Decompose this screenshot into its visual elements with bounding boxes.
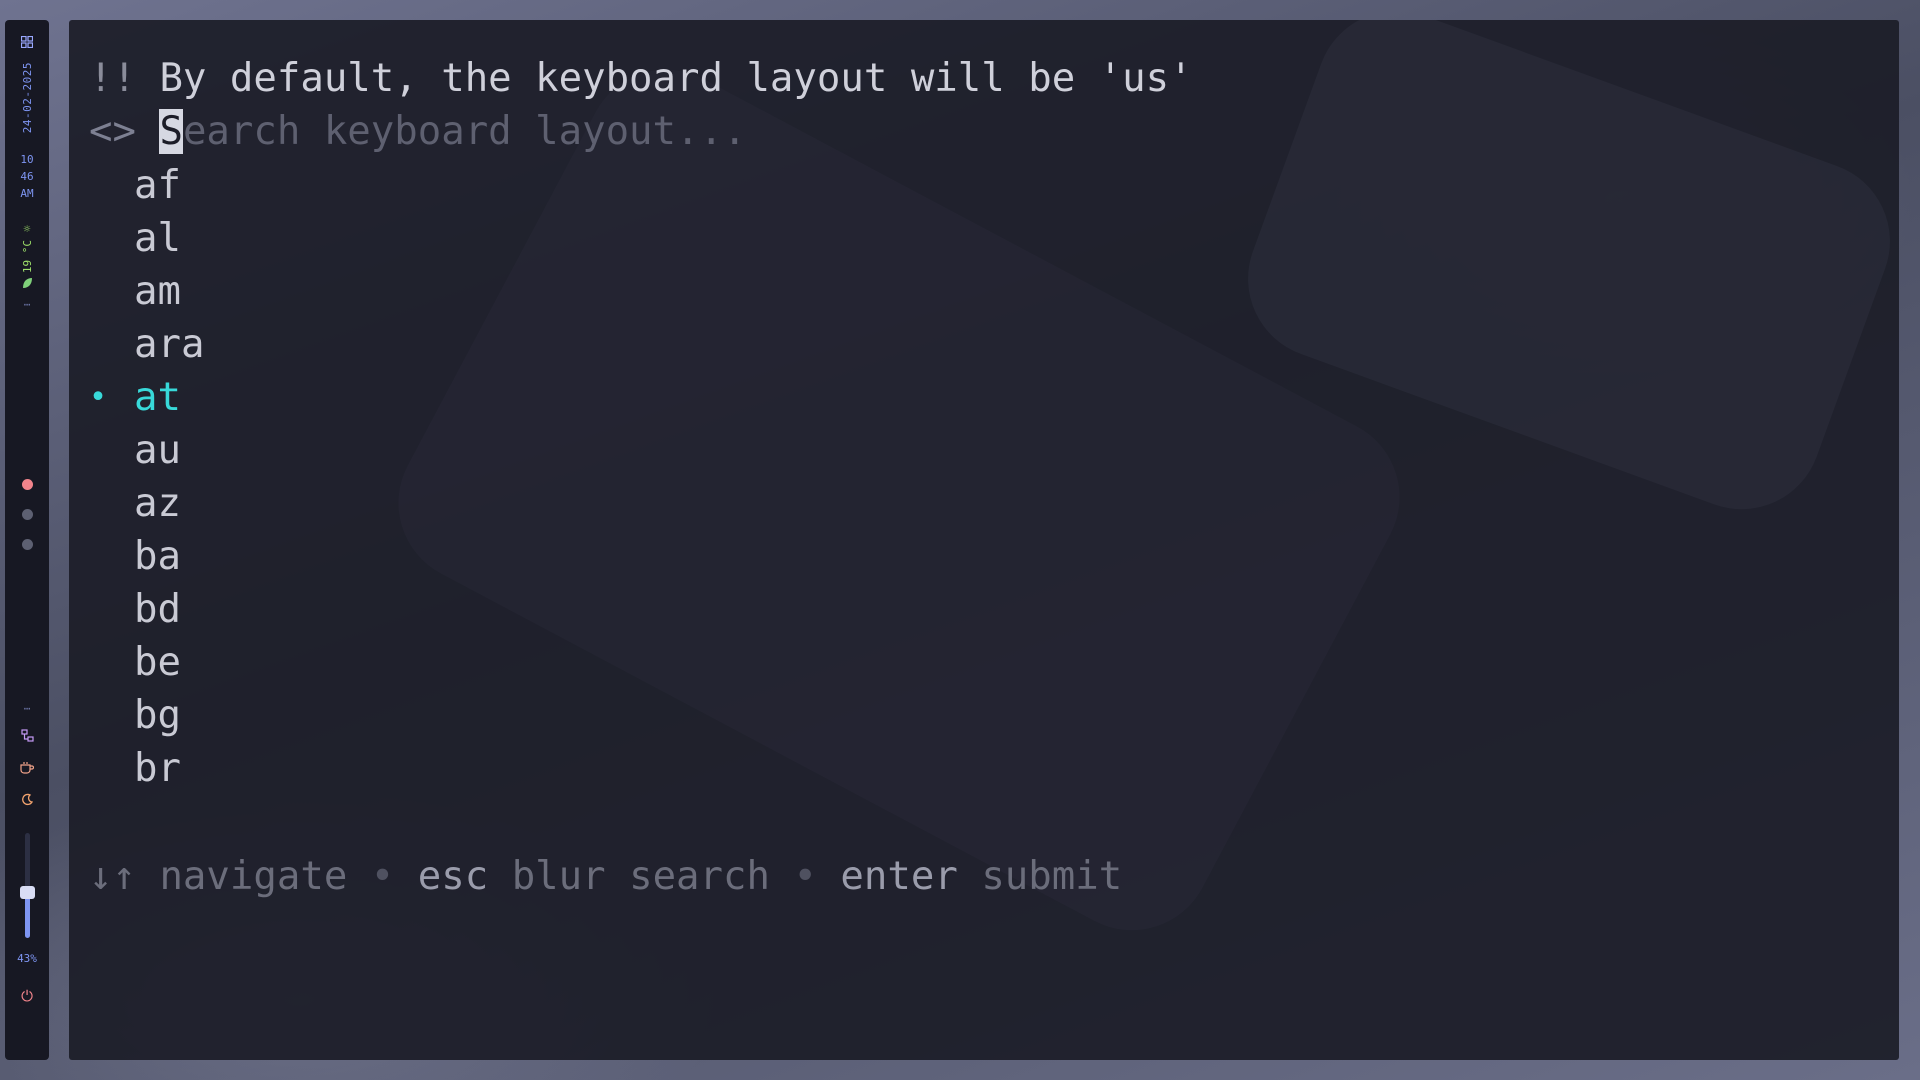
more-dots-icon: ⋯ (23, 702, 31, 716)
workspace-grid-icon[interactable] (21, 36, 33, 48)
wallpaper-shape (370, 41, 1428, 959)
layout-option-ba[interactable]: ba (89, 530, 204, 583)
warning-message: !! By default, the keyboard layout will … (89, 53, 1193, 105)
layout-option-bg[interactable]: bg (89, 689, 204, 742)
layout-option-label: ba (134, 534, 181, 579)
layout-option-label: bg (134, 693, 181, 738)
layout-option-am[interactable]: am (89, 265, 204, 318)
layout-options-list: af al am ara • at au az ba bd be bg br (89, 159, 204, 795)
search-input[interactable] (182, 106, 1083, 158)
layout-option-label: af (134, 163, 181, 208)
layout-option-at[interactable]: • at (89, 371, 204, 424)
power-icon[interactable]: ⏻ (21, 987, 33, 1005)
layout-option-label: au (134, 428, 181, 473)
terminal-window[interactable]: !! By default, the keyboard layout will … (69, 20, 1899, 1060)
text-cursor: S (159, 109, 183, 154)
brightness-slider-knob[interactable] (19, 886, 35, 900)
layout-option-au[interactable]: au (89, 424, 204, 477)
layout-option-label: am (134, 269, 181, 314)
brightness-slider-fill (24, 893, 30, 939)
layout-option-af[interactable]: af (89, 159, 204, 212)
search-prompt-icon: <> (89, 109, 136, 154)
layout-option-label: al (134, 216, 181, 261)
clock-period: AM (20, 187, 34, 201)
layout-option-al[interactable]: al (89, 212, 204, 265)
workspace-dot-1[interactable] (21, 479, 33, 491)
more-dots-icon: ⋯ (23, 298, 31, 312)
leaf-icon (22, 277, 33, 292)
clock-hour: 10 (20, 153, 34, 167)
network-icon[interactable] (20, 729, 34, 747)
temperature-label: 19 °C (20, 240, 34, 274)
sun-icon: ☼ (23, 222, 31, 237)
workspace-dot-2[interactable] (21, 509, 33, 521)
search-row: <> S (89, 106, 1083, 158)
layout-option-label: br (134, 746, 181, 791)
layout-option-label: bd (134, 587, 181, 632)
layout-option-be[interactable]: be (89, 636, 204, 689)
workspace-indicators (21, 479, 33, 551)
layout-option-az[interactable]: az (89, 477, 204, 530)
help-footer: ↓↑ navigate • esc blur search • enter su… (89, 851, 1122, 903)
layout-option-label: az (134, 481, 181, 526)
brightness-slider[interactable] (19, 833, 35, 939)
layout-option-label: ara (134, 322, 205, 367)
help-separator: • (793, 854, 817, 899)
help-esc-action: blur search (511, 854, 770, 899)
layout-option-ara[interactable]: ara (89, 318, 204, 371)
clock-minute: 46 (20, 170, 34, 184)
help-separator: • (370, 854, 395, 899)
warning-icon: !! (89, 56, 136, 101)
night-light-icon[interactable] (21, 793, 34, 811)
layout-option-br[interactable]: br (89, 742, 204, 795)
brightness-percent: 43% (17, 952, 37, 966)
layout-option-label: at (134, 375, 181, 420)
help-enter-key: enter (840, 854, 958, 899)
coffee-icon[interactable] (20, 761, 35, 779)
layout-option-label: be (134, 640, 181, 685)
arrows-icon: ↓↑ (89, 854, 136, 899)
warning-text: By default, the keyboard layout will be … (159, 56, 1193, 101)
clock[interactable]: 10 46 AM (20, 151, 33, 202)
status-bar: 24-02-2025 10 46 AM ☼ 19 °C ⋯ ⋯ 43% ⏻ (5, 20, 49, 1060)
layout-option-bd[interactable]: bd (89, 583, 204, 636)
help-navigate: navigate (159, 854, 348, 899)
selected-marker-icon: • (89, 380, 108, 415)
help-esc-key: esc (417, 854, 489, 899)
help-enter-action: submit (981, 854, 1123, 899)
date-label: 24-02-2025 (20, 62, 34, 134)
workspace-dot-3[interactable] (21, 539, 33, 551)
